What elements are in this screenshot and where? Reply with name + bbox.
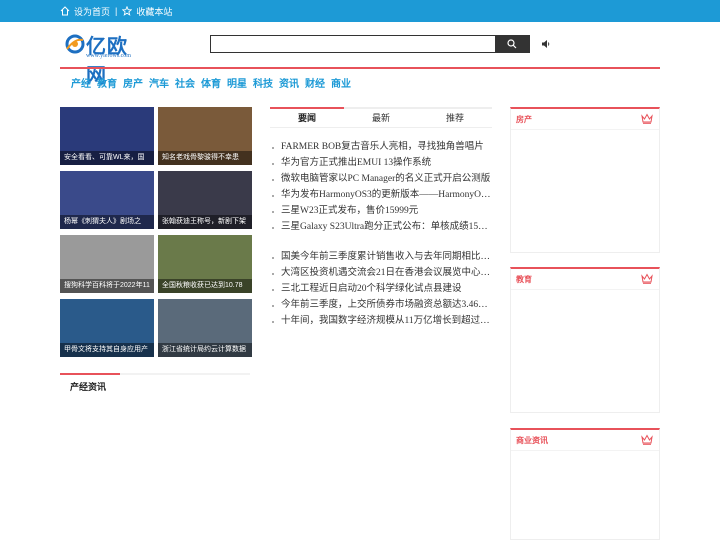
side-box-title[interactable]: 房产 [516,114,532,125]
home-icon [60,6,70,16]
news-image-tile[interactable]: 搜狗科学百科将于2022年11 [60,235,154,293]
nav-item[interactable]: 体育 [201,75,221,90]
tile-caption: 张翰获迪王称号，新剧下架 [158,215,252,229]
top-bar: 设为首页 | 收藏本站 [0,0,720,22]
bookmark-site-link[interactable]: 收藏本站 [136,5,172,18]
news-image-tile[interactable]: 杨幂《刺猬夫人》剧场之 [60,171,154,229]
news-item[interactable]: 十年间，我国数字经济规模从11万亿增长到超过45万亿 [270,313,492,329]
nav-item[interactable]: 财经 [305,75,325,90]
search-input[interactable] [211,36,495,52]
news-item[interactable]: 华为发布HarmonyOS3的更新版本——HarmonyOS 3.1 [270,187,492,203]
news-item[interactable]: 微软电脑管家以PC Manager的名义正式开启公测版 [270,171,492,187]
news-image-tile[interactable]: 知名老戏骨黎骏得不幸患 [158,107,252,165]
news-image-tile[interactable]: 张翰获迪王称号，新剧下架 [158,171,252,229]
crown-icon [641,434,653,445]
news-image-tile[interactable]: 甲骨文将支持其自身应用产 [60,299,154,357]
search-icon [507,39,517,49]
news-item[interactable]: 今年前三季度，上交所债券市场融资总额达3.46万亿元 [270,297,492,313]
news-panel: 要闻 最新 推荐 FARMER BOB复古音乐人亮相，寻找独角兽唱片 华为官方正式… [270,107,492,326]
news-image-tile[interactable]: 全国秋粮收获已达到10.78 [158,235,252,293]
section-title[interactable]: 产经资讯 [70,380,250,393]
side-box-business: 商业资讯 [510,428,660,540]
tile-caption: 搜狗科学百科将于2022年11 [60,279,154,293]
tile-caption: 甲骨文将支持其自身应用产 [60,343,154,357]
main-nav: 产经 教育 房产 汽车 社会 体育 明星 科技 资讯 财经 商业 [60,67,660,90]
news-item[interactable]: 三北工程近日启动20个科学绿化试点县建设 [270,281,492,297]
logo-mark-icon [65,34,85,54]
crown-icon [641,113,653,124]
news-item[interactable]: 三星Galaxy S23Ultra跑分正式公布：单核成绩1500多 [270,219,492,235]
search-box [210,35,530,53]
nav-item[interactable]: 社会 [175,75,195,90]
news-item[interactable]: 大湾区投资机遇交流会21日在香港会议展览中心举行 [270,265,492,281]
news-item[interactable]: FARMER BOB复古音乐人亮相，寻找独角兽唱片 [270,139,492,155]
active-tab-indicator [270,107,344,109]
industry-news-section: 产经资讯 [60,373,250,393]
tab-latest[interactable]: 最新 [344,109,418,127]
nav-item[interactable]: 商业 [331,75,351,90]
star-icon [122,6,133,16]
tile-caption: 知名老戏骨黎骏得不幸患 [158,151,252,165]
site-logo[interactable]: 亿欧网 www.yierows.com [65,30,145,87]
side-box-realestate: 房产 [510,107,660,253]
news-list-1: FARMER BOB复古音乐人亮相，寻找独角兽唱片 华为官方正式推出EMUI 13… [270,139,492,235]
tab-headlines[interactable]: 要闻 [270,109,344,127]
nav-item[interactable]: 房产 [123,75,143,90]
tabs-divider [270,127,492,128]
side-box-education: 教育 [510,267,660,413]
tile-caption: 杨幂《刺猬夫人》剧场之 [60,215,154,229]
nav-item[interactable]: 汽车 [149,75,169,90]
news-tabs: 要闻 最新 推荐 [270,107,492,127]
tab-recommended[interactable]: 推荐 [418,109,492,127]
speaker-icon[interactable] [541,39,551,49]
tile-caption: 安全看看、可靠WL来，国 [60,151,154,165]
set-homepage-link[interactable]: 设为首页 [74,5,110,18]
news-item[interactable]: 三星W23正式发布，售价15999元 [270,203,492,219]
side-box-title[interactable]: 商业资讯 [516,435,548,446]
tile-caption: 浙江省统计局约云计算数据 [158,343,252,357]
search-button[interactable] [495,36,529,52]
tile-caption: 全国秋粮收获已达到10.78 [158,279,252,293]
section-accent [60,373,120,375]
news-image-tile[interactable]: 安全看看、可靠WL来，国 [60,107,154,165]
logo-url: www.yierows.com [86,53,131,59]
nav-item[interactable]: 教育 [97,75,117,90]
nav-item[interactable]: 产经 [71,75,91,90]
news-item[interactable]: 华为官方正式推出EMUI 13操作系统 [270,155,492,171]
nav-item[interactable]: 资讯 [279,75,299,90]
nav-item[interactable]: 科技 [253,75,273,90]
side-box-title[interactable]: 教育 [516,274,532,285]
nav-item[interactable]: 明星 [227,75,247,90]
divider: | [115,6,118,16]
news-image-tile[interactable]: 浙江省统计局约云计算数据 [158,299,252,357]
news-item[interactable]: 国美今年前三季度累计销售收入与去年同期相比下降 [270,249,492,265]
crown-icon [641,273,653,284]
news-list-2: 国美今年前三季度累计销售收入与去年同期相比下降 大湾区投资机遇交流会21日在香港会… [270,249,492,329]
